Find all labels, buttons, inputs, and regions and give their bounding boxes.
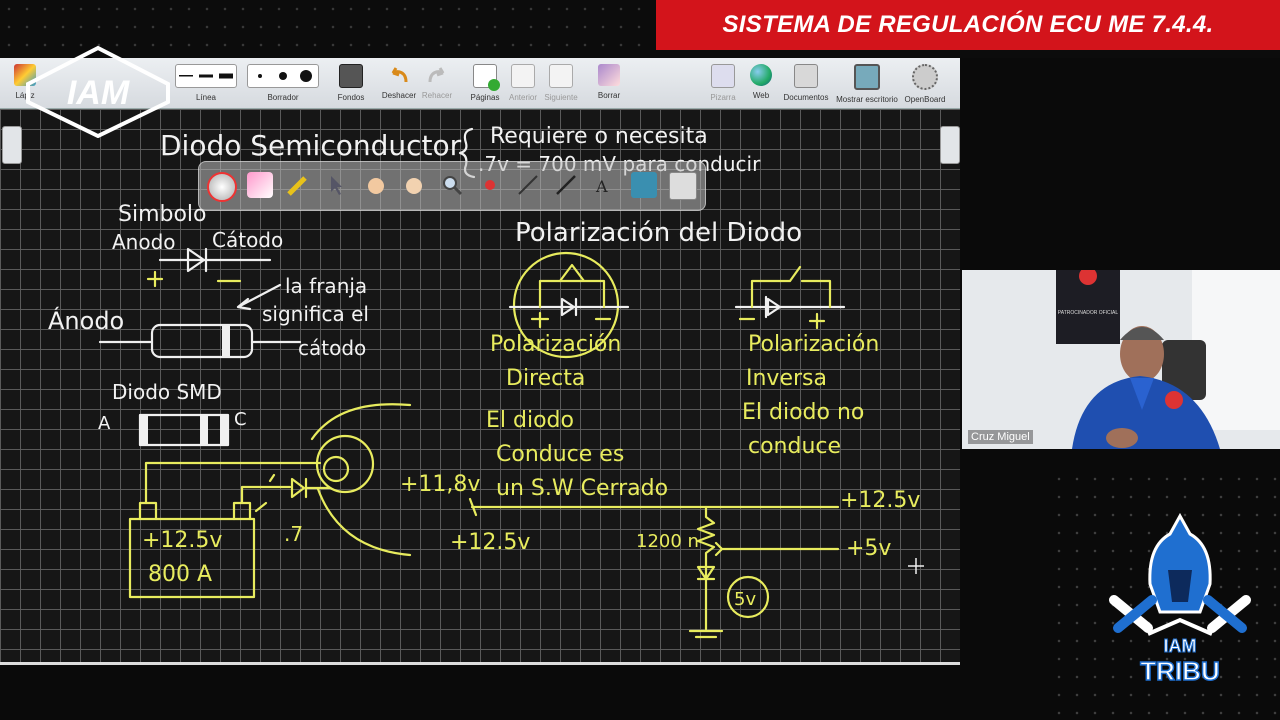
franja-line-2: significa el [262, 302, 369, 326]
voltage-5: +5v [846, 536, 891, 561]
banner-title: SISTEMA DE REGULACIÓN ECU ME 7.4.4. [722, 11, 1214, 38]
simbolo-label: Simbolo [118, 202, 207, 227]
directa-line-1: Polarización [490, 332, 621, 357]
next-icon [549, 64, 573, 88]
clear-button[interactable]: Borrar [586, 62, 632, 106]
directa-line-2: Directa [506, 366, 585, 391]
anodo-label: Anodo [112, 230, 176, 254]
inversa-line-2: Inversa [746, 366, 827, 391]
backgrounds-button[interactable]: Fondos [328, 62, 374, 106]
smd-a-label: A [98, 413, 111, 434]
voltage-divider-drawing [468, 497, 840, 639]
reverse-bias-drawing [734, 265, 846, 330]
franja-line-1: la franja [285, 274, 367, 298]
title-banner: SISTEMA DE REGULACIÓN ECU ME 7.4.4. [656, 0, 1280, 50]
globe-icon [750, 64, 772, 86]
background-icon [339, 64, 363, 88]
line-tool-icon[interactable] [515, 172, 541, 198]
inversa-line-3: El diodo no [742, 400, 864, 425]
interactive-hand-icon[interactable] [363, 172, 389, 198]
plus-sign [146, 270, 164, 288]
hand-icon[interactable] [401, 172, 427, 198]
voltage-12-5-left: +12.5v [450, 530, 530, 555]
eraser-size-icon [247, 64, 319, 88]
participant-name: Cruz Miguel [968, 430, 1033, 444]
next-page-button[interactable]: Siguiente [538, 62, 584, 106]
desktop-icon [854, 64, 880, 90]
openboard-window: Lápiz Línea Borrador Fondos Deshacer Reh… [0, 58, 960, 665]
zoom-icon[interactable] [439, 172, 465, 198]
franja-line-3: cátodo [298, 336, 366, 360]
svg-text:A: A [595, 177, 608, 196]
eraser-icon[interactable] [247, 172, 273, 198]
pointer-icon[interactable] [477, 172, 503, 198]
eraser-size-button[interactable]: Borrador [246, 62, 320, 106]
circle-5v-label: 5v [734, 589, 756, 610]
pages-icon [473, 64, 500, 91]
line-icon[interactable] [553, 172, 579, 198]
iam-tribu-logo: IAM TRIBU [1108, 510, 1252, 690]
svg-text:IAM: IAM [1164, 636, 1197, 656]
smd-diode-drawing [138, 413, 230, 447]
heading-text: Diodo Semiconductor [160, 129, 462, 162]
undo-icon [388, 64, 410, 86]
polarizacion-title: Polarización del Diodo [515, 218, 802, 248]
directa-line-4: Conduce es [496, 442, 624, 467]
text-tool-icon[interactable]: A [593, 172, 619, 198]
clear-icon [598, 64, 620, 86]
battery-amps: 800 A [148, 562, 212, 587]
line-width-icon [175, 64, 237, 88]
anodo-big-label: Ánodo [48, 306, 124, 335]
inversa-line-1: Polarización [748, 332, 879, 357]
board-icon [711, 64, 735, 88]
previous-icon [511, 64, 535, 88]
line-width-button[interactable]: Línea [174, 62, 238, 106]
webcam-feed: PATROCINADOR OFICIAL Cruz Miguel [962, 270, 1280, 449]
svg-text:PATROCINADOR OFICIAL: PATROCINADOR OFICIAL [1058, 310, 1119, 316]
openboard-menu-button[interactable]: OpenBoard [900, 62, 950, 106]
keyboard-icon[interactable] [669, 172, 697, 200]
resistor-label: 1200 n [636, 531, 699, 552]
floating-tool-palette: A [198, 161, 706, 211]
right-panel-tab[interactable] [940, 126, 960, 164]
crosshair-cursor [908, 558, 924, 574]
point7-label: .7 [284, 522, 303, 546]
documents-button[interactable]: Documentos [776, 62, 836, 106]
show-desktop-button[interactable]: Mostrar escritorio [834, 62, 900, 106]
iam-logo: IAM [18, 44, 178, 139]
redo-button[interactable]: Rehacer [414, 62, 460, 106]
redo-icon [426, 64, 448, 86]
directa-line-3: El diodo [486, 408, 574, 433]
note-line-1: Requiere o necesita [490, 124, 708, 149]
catodo-label: Cátodo [212, 228, 283, 252]
diode-symbol [158, 247, 272, 273]
smd-label: Diodo SMD [112, 380, 222, 404]
directa-line-5: un S.W Cerrado [496, 476, 668, 501]
svg-text:TRIBU: TRIBU [1140, 656, 1219, 686]
capture-icon[interactable] [631, 172, 657, 198]
selector-icon[interactable] [323, 172, 349, 198]
voltage-11-8: +11,8v [400, 472, 480, 497]
svg-text:IAM: IAM [67, 74, 130, 112]
gear-icon [912, 64, 938, 90]
inversa-line-4: conduce [748, 434, 841, 459]
pen-tool-icon[interactable] [207, 172, 237, 202]
folder-icon [794, 64, 818, 88]
voltage-12-5-right: +12.5v [840, 488, 920, 513]
smd-c-label: C [234, 409, 247, 430]
highlighter-icon[interactable] [285, 172, 311, 198]
battery-voltage: +12.5v [142, 528, 222, 553]
